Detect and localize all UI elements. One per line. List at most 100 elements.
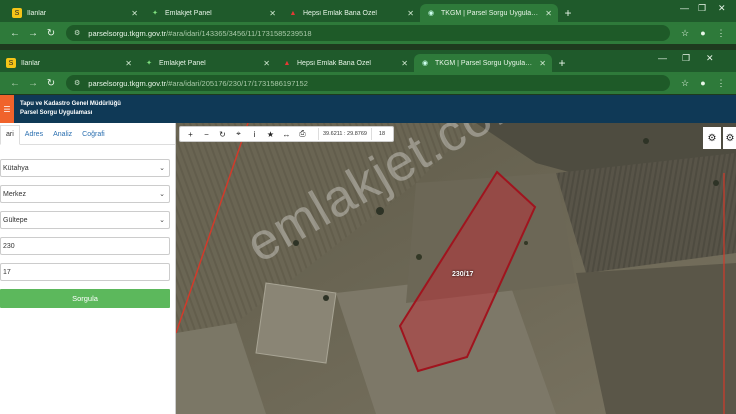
zoom-in-icon[interactable]: + [184, 128, 197, 141]
refresh-icon[interactable]: ↻ [216, 128, 229, 141]
site-info-icon[interactable]: ⚙ [74, 29, 80, 37]
outer-tab-strip: S İlanlar ✕ ✦ Emlakjet Panel ✕ ▲ Hepsi E… [0, 0, 736, 22]
province-select[interactable]: Kütahya ⌄ [0, 159, 170, 177]
new-tab-button[interactable]: + [552, 54, 572, 72]
settings-gear-icon[interactable]: ⚙ [703, 127, 721, 149]
profile-icon[interactable]: ● [694, 28, 712, 38]
tab-label: Emlakjet Panel [159, 59, 206, 67]
measure-icon[interactable]: ↔ [280, 128, 293, 141]
search-panel: ari Adres Analiz Coğrafi Kütahya ⌄ Merke… [0, 123, 176, 414]
url-host: parselsorgu.tkgm.gov.tr [88, 78, 167, 88]
close-icon[interactable]: ✕ [263, 59, 270, 68]
parcel-input[interactable]: 17 [0, 263, 170, 281]
print-icon[interactable]: ⎙ [296, 128, 309, 141]
zoom-level: 18 [378, 131, 386, 137]
settings-gear-icon-2[interactable]: ⚙ [723, 127, 736, 149]
url-field[interactable]: ⚙ parselsorgu.tkgm.gov.tr/#ara/idari/205… [66, 75, 670, 91]
profile-icon[interactable]: ● [694, 78, 712, 88]
close-icon[interactable]: ✕ [269, 9, 276, 18]
tab-cografi[interactable]: Coğrafi [77, 131, 110, 144]
inner-browser-chrome: S İlanlar ✕ ✦ Emlakjet Panel ✕ ▲ Hepsi E… [0, 50, 736, 94]
outer-browser-chrome: S İlanlar ✕ ✦ Emlakjet Panel ✕ ▲ Hepsi E… [0, 0, 736, 44]
tab-analiz[interactable]: Analiz [48, 131, 77, 144]
back-arrow-icon[interactable]: ← [6, 28, 24, 39]
district-value: Merkez [3, 190, 26, 198]
url-path: /#ara/idari/143365/3456/11/1731585239518 [166, 28, 312, 38]
block-input[interactable]: 230 [0, 237, 170, 255]
tab-label: Hepsi Emlak Bana Özel [297, 59, 371, 67]
chevron-down-icon: ⌄ [159, 165, 165, 172]
inner-tab-strip: S İlanlar ✕ ✦ Emlakjet Panel ✕ ▲ Hepsi E… [0, 50, 736, 72]
header-title-line1: Tapu ve Kadastro Genel Müdürlüğü [20, 101, 121, 107]
satellite-map[interactable]: 230/17 emlakjet.com + − ↻ ⌖ i ★ ↔ ⎙ 39.6… [176, 123, 736, 414]
new-tab-button[interactable]: + [558, 4, 578, 22]
menu-kebab-icon[interactable]: ⋮ [712, 78, 730, 89]
sahibinden-favicon-icon: S [12, 8, 22, 18]
close-icon[interactable]: ✕ [131, 9, 138, 18]
sahibinden-favicon-icon: S [6, 58, 16, 68]
hepsiemlak-favicon-icon: ▲ [289, 9, 297, 17]
emlakjet-favicon-icon: ✦ [146, 60, 152, 67]
inner-tab-tkgm[interactable]: ◉ TKGM | Parsel Sorgu Uygulaması ✕ [414, 54, 552, 72]
tab-label: Emlakjet Panel [165, 9, 212, 17]
favorite-star-icon[interactable]: ★ [264, 128, 277, 141]
inner-tab-hepsiemlak[interactable]: ▲ Hepsi Emlak Bana Özel ✕ [276, 54, 414, 72]
emlakjet-favicon-icon: ✦ [152, 10, 158, 17]
map-toolbar: + − ↻ ⌖ i ★ ↔ ⎙ 39.6211 : 29.8769 18 [179, 126, 394, 142]
info-icon[interactable]: i [248, 128, 261, 141]
maximize-icon[interactable]: ❐ [682, 53, 690, 64]
parcel-value: 17 [3, 268, 11, 276]
inner-tab-ilanlar[interactable]: S İlanlar ✕ [0, 54, 138, 72]
close-icon[interactable]: ✕ [125, 59, 132, 68]
tkgm-favicon-icon: ◉ [421, 60, 429, 67]
close-icon[interactable]: ✕ [545, 9, 552, 18]
bookmark-star-icon[interactable]: ☆ [676, 78, 694, 89]
bookmark-star-icon[interactable]: ☆ [676, 28, 694, 39]
menu-toggle-icon[interactable]: ☰ [0, 95, 14, 123]
reload-icon[interactable]: ↻ [42, 28, 60, 39]
tab-label: TKGM | Parsel Sorgu Uygulaması [435, 59, 536, 67]
district-select[interactable]: Merkez ⌄ [0, 185, 170, 203]
maximize-icon[interactable]: ❐ [698, 3, 706, 14]
close-icon[interactable]: ✕ [407, 9, 414, 18]
neighborhood-select[interactable]: Gültepe ⌄ [0, 211, 170, 229]
outer-tab-emlakjet[interactable]: ✦ Emlakjet Panel ✕ [144, 4, 282, 22]
tkgm-favicon-icon: ◉ [427, 10, 435, 17]
back-arrow-icon[interactable]: ← [6, 78, 24, 89]
window-close-icon[interactable]: ✕ [718, 3, 726, 14]
outer-tab-tkgm[interactable]: ◉ TKGM | Parsel Sorgu Uygulaması ✕ [420, 4, 558, 22]
inner-address-bar: ← → ↻ ⚙ parselsorgu.tkgm.gov.tr/#ara/ida… [0, 72, 736, 94]
forward-arrow-icon[interactable]: → [24, 28, 42, 39]
forward-arrow-icon[interactable]: → [24, 78, 42, 89]
minimize-icon[interactable]: — [658, 53, 667, 63]
outer-tab-ilanlar[interactable]: S İlanlar ✕ [6, 4, 144, 22]
chevron-down-icon: ⌄ [159, 191, 165, 198]
site-info-icon[interactable]: ⚙ [74, 79, 80, 87]
minimize-icon[interactable]: — [680, 3, 689, 13]
menu-kebab-icon[interactable]: ⋮ [712, 28, 730, 39]
close-icon[interactable]: ✕ [401, 59, 408, 68]
outer-tab-hepsiemlak[interactable]: ▲ Hepsi Emlak Bana Özel ✕ [282, 4, 420, 22]
tab-label: İlanlar [27, 9, 47, 17]
tab-adres[interactable]: Adres [20, 131, 48, 144]
parcel-label: 230/17 [452, 271, 474, 278]
coordinate-readout: 39.6211 : 29.8769 [318, 128, 372, 140]
url-field[interactable]: ⚙ parselsorgu.tkgm.gov.tr/#ara/idari/143… [66, 25, 670, 41]
app-header: ☰ Tapu ve Kadastro Genel Müdürlüğü Parse… [0, 95, 736, 123]
url-path: /#ara/idari/205176/230/17/1731586197152 [166, 78, 308, 88]
tab-idari[interactable]: ari [0, 125, 20, 145]
parcel-outline[interactable] [176, 123, 736, 414]
query-button[interactable]: Sorgula [0, 289, 170, 308]
inner-tab-emlakjet[interactable]: ✦ Emlakjet Panel ✕ [138, 54, 276, 72]
window-close-icon[interactable]: ✕ [706, 53, 714, 64]
close-icon[interactable]: ✕ [539, 59, 546, 68]
url-host: parselsorgu.tkgm.gov.tr [88, 28, 167, 38]
tab-label: TKGM | Parsel Sorgu Uygulaması [441, 9, 542, 17]
reload-icon[interactable]: ↻ [42, 78, 60, 89]
panel-tabs: ari Adres Analiz Coğrafi [0, 123, 175, 145]
locate-icon[interactable]: ⌖ [232, 128, 245, 141]
chevron-down-icon: ⌄ [159, 217, 165, 224]
header-title-line2: Parsel Sorgu Uygulaması [20, 110, 93, 116]
zoom-out-icon[interactable]: − [200, 128, 213, 141]
block-value: 230 [3, 242, 15, 250]
